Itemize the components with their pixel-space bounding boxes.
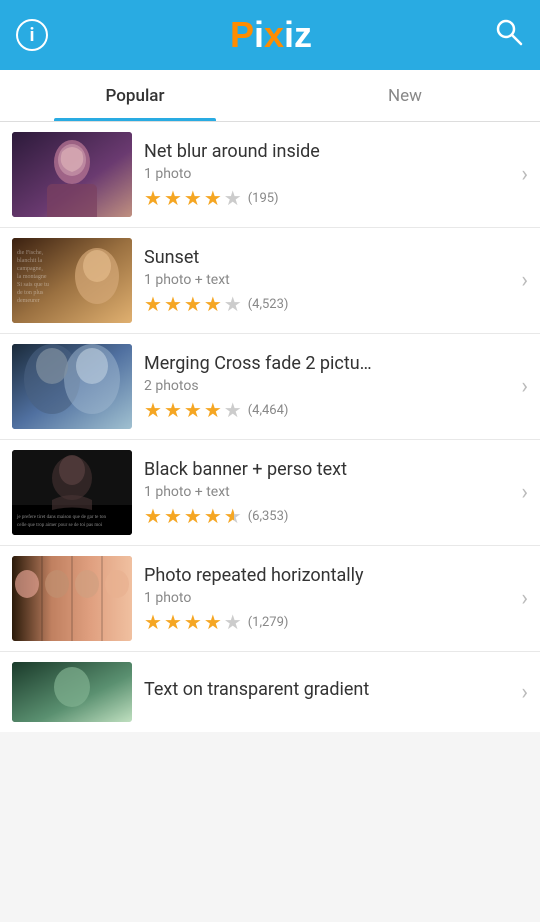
list-item[interactable]: Merging Cross fade 2 pictu… 2 photos ★ ★… — [0, 334, 540, 440]
stars-row: ★ ★ ★ ★ ★ (195) — [144, 188, 509, 208]
thumbnail: die Fische, blanchit la campagne, la mon… — [12, 238, 132, 323]
star: ★ — [184, 294, 202, 314]
item-subtitle: 2 photos — [144, 378, 509, 394]
info-button[interactable]: i — [16, 19, 48, 51]
rating-count: (4,464) — [248, 403, 289, 418]
chevron-right-icon: › — [521, 480, 528, 505]
item-subtitle: 1 photo + text — [144, 272, 509, 288]
star: ★ — [224, 506, 242, 526]
star: ★ — [184, 400, 202, 420]
info-icon: i — [30, 25, 35, 46]
list-item[interactable]: Text on transparent gradient › — [0, 652, 540, 732]
star: ★ — [184, 188, 202, 208]
chevron-right-icon: › — [521, 374, 528, 399]
rating-count: (4,523) — [248, 297, 289, 312]
chevron-right-icon: › — [521, 586, 528, 611]
item-details: Text on transparent gradient — [132, 679, 521, 705]
tab-popular-label: Popular — [106, 86, 165, 106]
svg-text:campagne,: campagne, — [17, 266, 43, 272]
item-title: Sunset — [144, 247, 509, 269]
svg-text:la montagne: la montagne — [17, 274, 47, 280]
item-title: Black banner + perso text — [144, 459, 509, 481]
star: ★ — [204, 400, 222, 420]
star: ★ — [164, 612, 182, 632]
stars-row: ★ ★ ★ ★ ★ (4,464) — [144, 400, 509, 420]
stars-row: ★ ★ ★ ★ ★ (4,523) — [144, 294, 509, 314]
items-list: Net blur around inside 1 photo ★ ★ ★ ★ ★… — [0, 122, 540, 732]
search-button[interactable] — [494, 17, 524, 54]
tab-new-label: New — [388, 86, 422, 106]
svg-text:de ton plus: de ton plus — [17, 290, 44, 296]
chevron-right-icon: › — [521, 680, 528, 705]
star: ★ — [184, 506, 202, 526]
star: ★ — [164, 506, 182, 526]
rating-count: (1,279) — [248, 615, 289, 630]
item-details: Black banner + perso text 1 photo + text… — [132, 459, 521, 527]
item-subtitle: 1 photo — [144, 590, 509, 606]
list-item[interactable]: die Fische, blanchit la campagne, la mon… — [0, 228, 540, 334]
star: ★ — [144, 612, 162, 632]
star: ★ — [204, 188, 222, 208]
star: ★ — [204, 294, 222, 314]
item-title: Photo repeated horizontally — [144, 565, 509, 587]
rating-count: (6,353) — [248, 509, 289, 524]
item-details: Sunset 1 photo + text ★ ★ ★ ★ ★ (4,523) — [132, 247, 521, 315]
star: ★ — [184, 612, 202, 632]
star: ★ — [164, 188, 182, 208]
svg-text:je prefere tiret dans maison q: je prefere tiret dans maison que de gar … — [16, 515, 106, 520]
star: ★ — [144, 188, 162, 208]
chevron-right-icon: › — [521, 268, 528, 293]
star: ★ — [224, 400, 242, 420]
tabs-bar: Popular New — [0, 70, 540, 122]
item-details: Net blur around inside 1 photo ★ ★ ★ ★ ★… — [132, 141, 521, 209]
list-item[interactable]: Net blur around inside 1 photo ★ ★ ★ ★ ★… — [0, 122, 540, 228]
svg-text:celle que trop aimer pour se d: celle que trop aimer pour se de toi pas … — [17, 523, 103, 528]
header: i Pixiz — [0, 0, 540, 70]
star: ★ — [164, 294, 182, 314]
item-title: Net blur around inside — [144, 141, 509, 163]
svg-text:demeurer: demeurer — [17, 298, 40, 304]
rating-count: (195) — [248, 191, 279, 206]
list-item[interactable]: je prefere tiret dans maison que de gar … — [0, 440, 540, 546]
thumbnail — [12, 556, 132, 641]
svg-text:Si sais que tu: Si sais que tu — [17, 282, 49, 288]
star: ★ — [224, 294, 242, 314]
item-title: Merging Cross fade 2 pictu… — [144, 353, 509, 375]
tab-popular[interactable]: Popular — [0, 70, 270, 121]
stars-row: ★ ★ ★ ★ ★ (1,279) — [144, 612, 509, 632]
item-title: Text on transparent gradient — [144, 679, 509, 701]
svg-text:blanchit la: blanchit la — [17, 258, 42, 264]
thumbnail — [12, 662, 132, 722]
star: ★ — [144, 506, 162, 526]
star: ★ — [144, 400, 162, 420]
star: ★ — [224, 188, 242, 208]
thumbnail — [12, 344, 132, 429]
stars-row: ★ ★ ★ ★ ★ (6,353) — [144, 506, 509, 526]
item-details: Merging Cross fade 2 pictu… 2 photos ★ ★… — [132, 353, 521, 421]
star: ★ — [204, 506, 222, 526]
list-item[interactable]: Photo repeated horizontally 1 photo ★ ★ … — [0, 546, 540, 652]
chevron-right-icon: › — [521, 162, 528, 187]
thumbnail: je prefere tiret dans maison que de gar … — [12, 450, 132, 535]
star: ★ — [164, 400, 182, 420]
item-subtitle: 1 photo — [144, 166, 509, 182]
svg-text:die Fische,: die Fische, — [17, 250, 43, 256]
star: ★ — [224, 612, 242, 632]
item-details: Photo repeated horizontally 1 photo ★ ★ … — [132, 565, 521, 633]
app-logo: Pixiz — [230, 14, 312, 56]
item-subtitle: 1 photo + text — [144, 484, 509, 500]
star: ★ — [144, 294, 162, 314]
star: ★ — [204, 612, 222, 632]
thumbnail — [12, 132, 132, 217]
tab-new[interactable]: New — [270, 70, 540, 121]
